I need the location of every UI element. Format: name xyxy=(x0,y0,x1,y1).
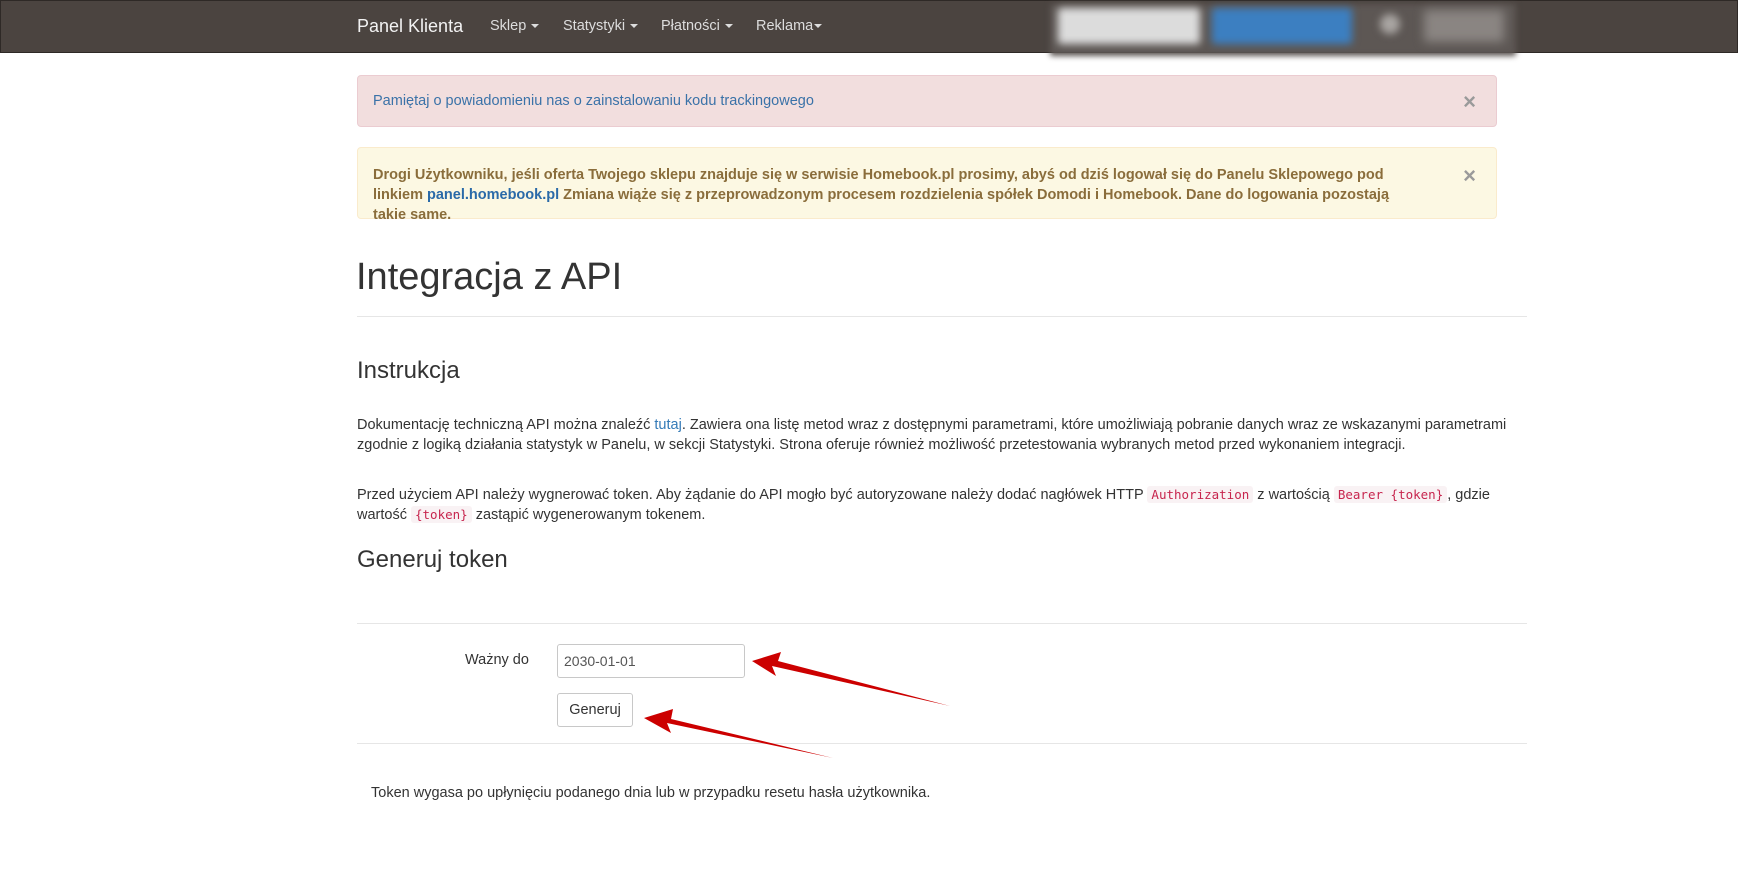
para-text: zastąpić wygenerowanym tokenem. xyxy=(471,507,706,523)
annotation-arrow-button xyxy=(644,709,833,758)
code-token: {token} xyxy=(411,506,472,523)
nav-item-sklep[interactable]: Sklep xyxy=(490,18,540,34)
para-text: Przed użyciem API należy wygnerować toke… xyxy=(357,487,1148,503)
code-authorization: Authorization xyxy=(1147,486,1254,503)
generate-token-heading: Generuj token xyxy=(357,546,508,573)
close-icon[interactable]: × xyxy=(1463,91,1476,113)
docs-link[interactable]: tutaj xyxy=(654,417,681,433)
nav-item-label: Sklep xyxy=(490,18,527,34)
caret-down-icon xyxy=(630,24,639,29)
redacted-button[interactable] xyxy=(1212,8,1352,44)
caret-down-icon xyxy=(531,24,540,29)
para-text: Dokumentację techniczną API można znaleź… xyxy=(357,417,655,433)
homebook-alert: Drogi Użytkowniku, jeśli oferta Twojego … xyxy=(357,147,1497,223)
para-text: z wartością xyxy=(1253,487,1334,503)
redacted-search-input[interactable] xyxy=(1058,8,1200,44)
form-divider-top xyxy=(357,623,1527,624)
homebook-alert-text: Drogi Użytkowniku, jeśli oferta Twojego … xyxy=(373,165,1426,225)
caret-down-icon xyxy=(814,24,823,29)
nav-item-label: Statystyki xyxy=(563,18,626,34)
generate-button[interactable]: Generuj xyxy=(557,693,633,727)
annotation-arrow-input xyxy=(752,652,950,706)
nav-item-statystyki[interactable]: Statystyki xyxy=(563,18,639,34)
tracking-alert-text: Pamiętaj o powiadomieniu nas o zainstalo… xyxy=(373,93,814,109)
valid-until-input[interactable] xyxy=(557,644,745,678)
navbar-brand[interactable]: Panel Klienta xyxy=(357,16,463,37)
nav-item-reklama[interactable]: Reklama xyxy=(756,18,823,34)
title-divider xyxy=(357,316,1527,317)
nav-item-label: Płatności xyxy=(661,18,720,34)
form-divider-bottom xyxy=(357,743,1527,744)
instruction-paragraph-token: Przed użyciem API należy wygnerować toke… xyxy=(357,485,1527,525)
token-expiry-note: Token wygasa po upłynięciu podanego dnia… xyxy=(371,785,931,801)
caret-down-icon xyxy=(724,24,733,29)
nav-item-label: Reklama xyxy=(756,18,814,34)
instruction-heading: Instrukcja xyxy=(357,357,460,384)
user-icon xyxy=(1380,14,1400,34)
page-title: Integracja z API xyxy=(356,256,623,298)
close-icon[interactable]: × xyxy=(1463,165,1476,187)
redacted-user-text xyxy=(1424,10,1504,42)
instruction-paragraph-docs: Dokumentację techniczną API można znaleź… xyxy=(357,415,1527,455)
code-bearer-token: Bearer {token} xyxy=(1333,486,1448,503)
tracking-alert: Pamiętaj o powiadomieniu nas o zainstalo… xyxy=(357,75,1497,127)
valid-until-label: Ważny do xyxy=(465,652,529,668)
homebook-panel-link[interactable]: panel.homebook.pl xyxy=(427,187,559,203)
nav-item-platnosci[interactable]: Płatności xyxy=(661,18,733,34)
